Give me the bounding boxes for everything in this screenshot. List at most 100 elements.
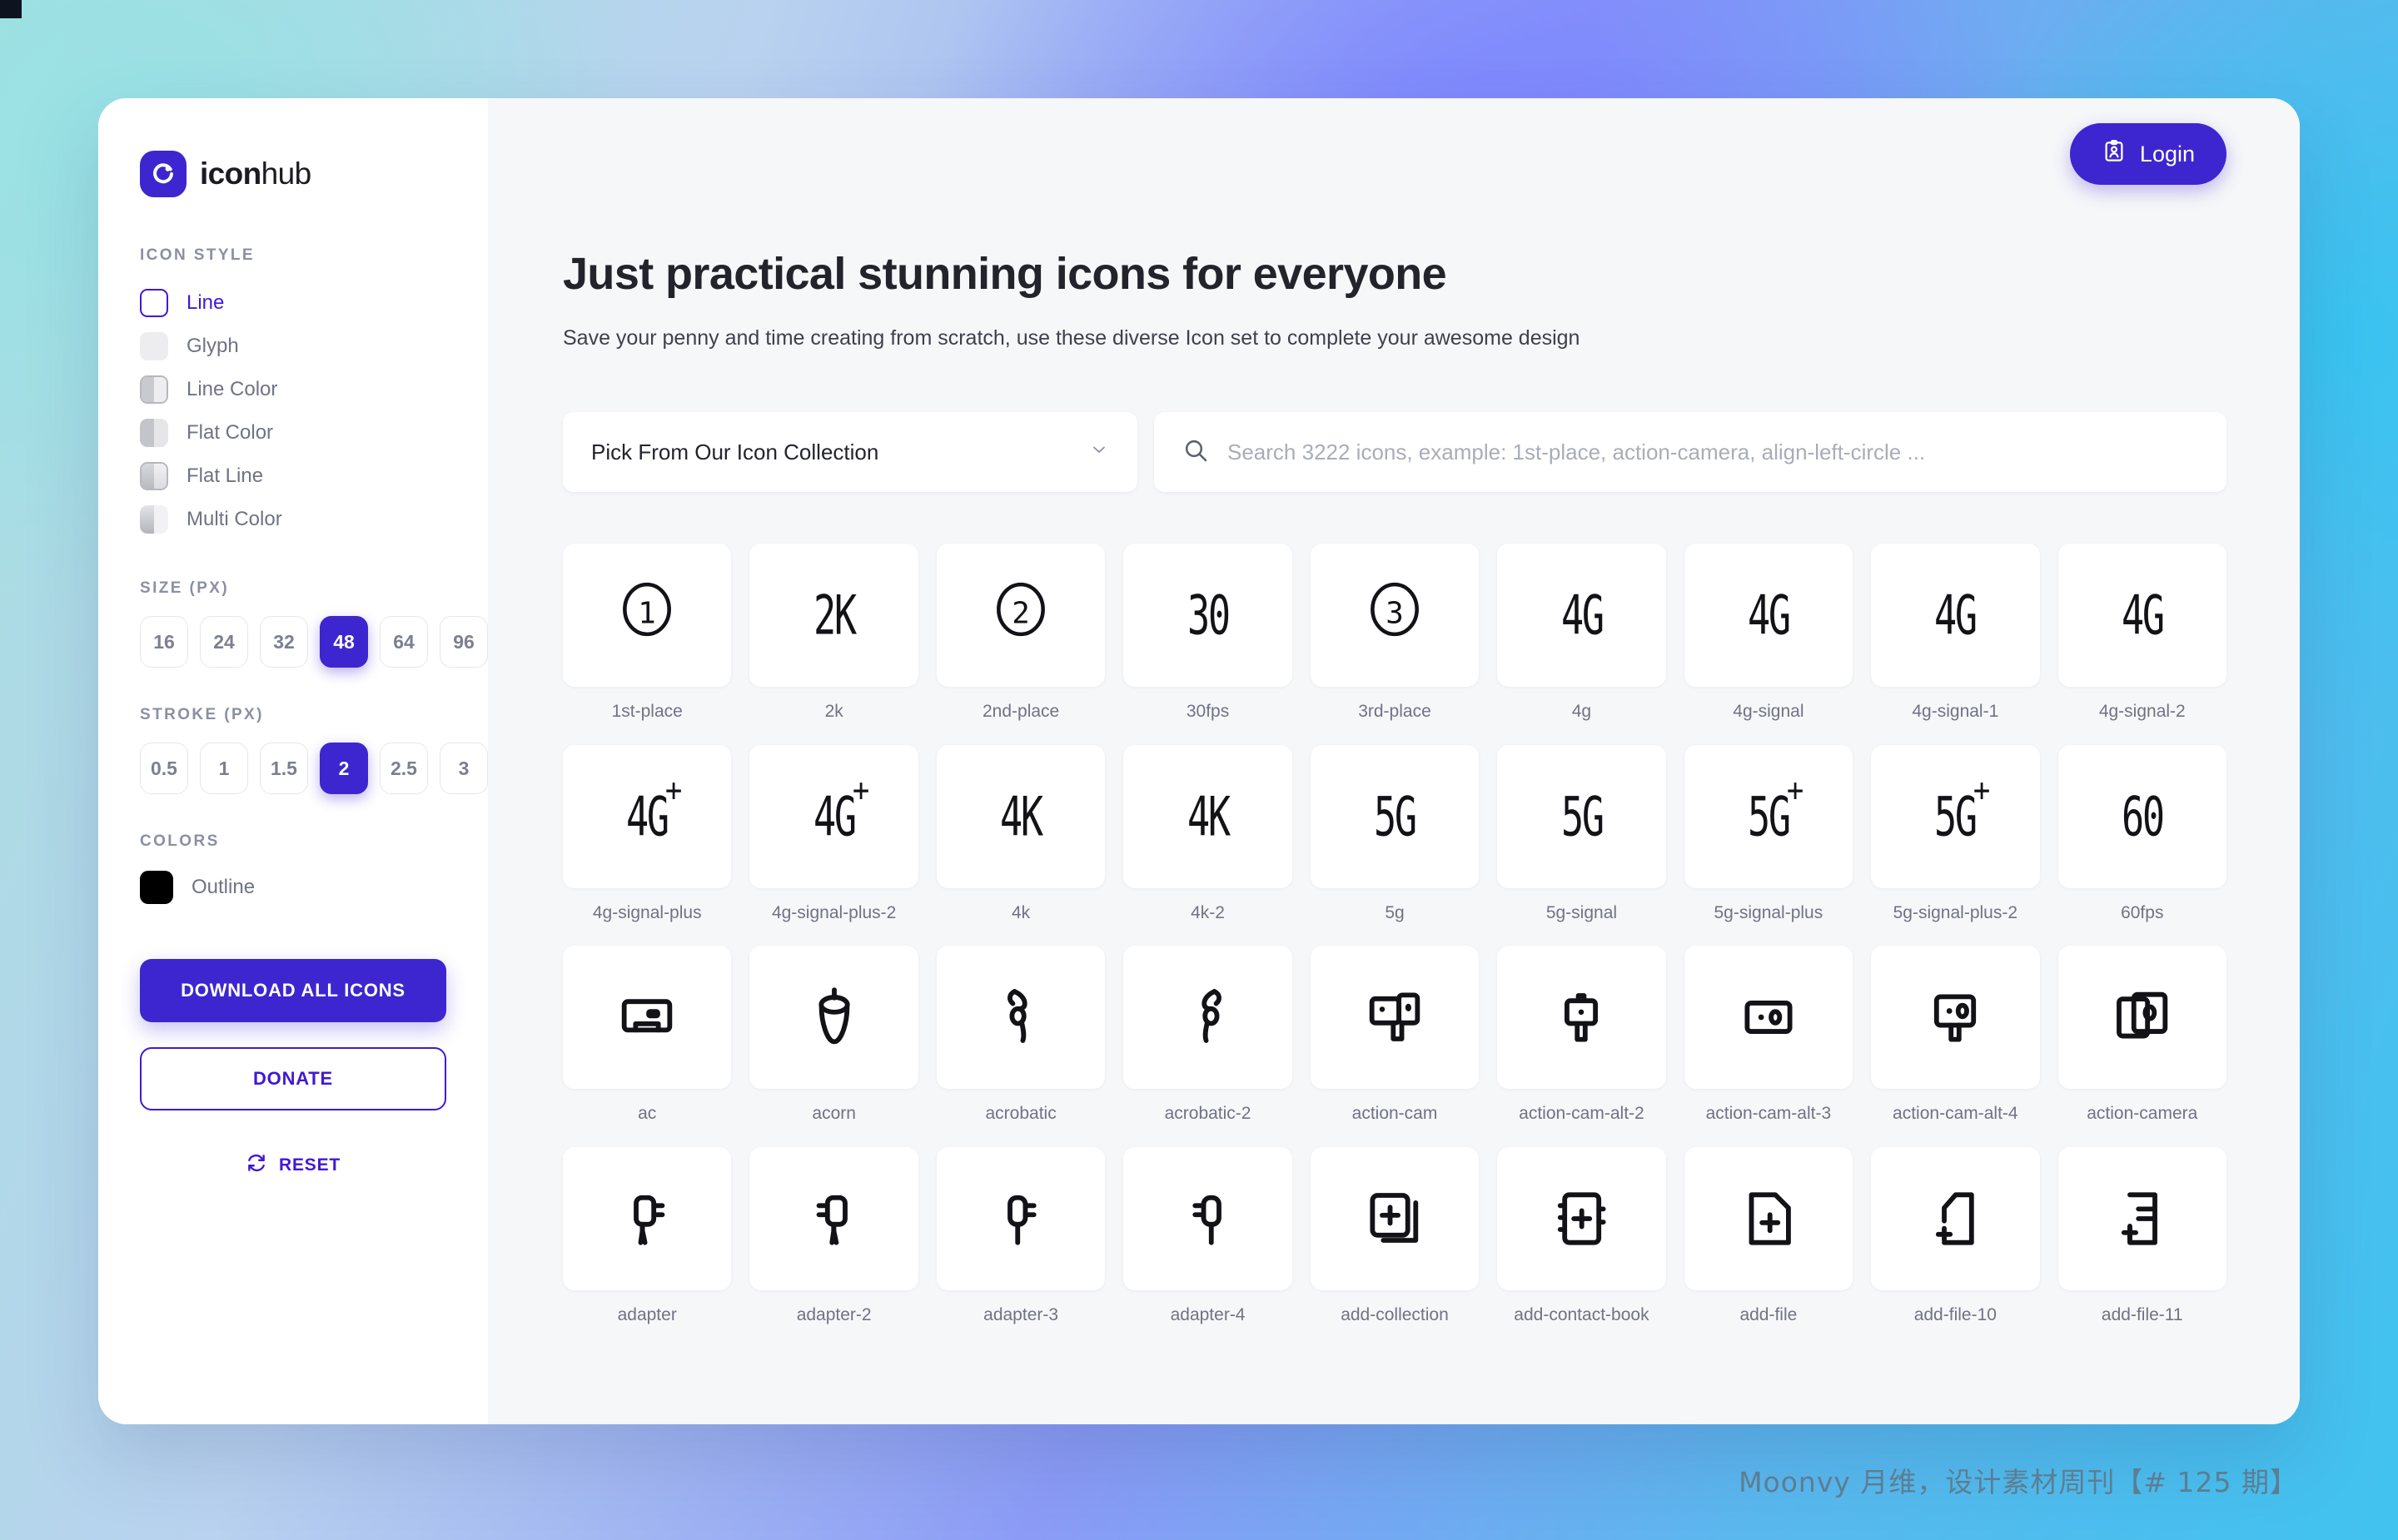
collection-select[interactable]: Pick From Our Icon Collection <box>563 412 1137 492</box>
svg-text:1: 1 <box>638 596 656 630</box>
icon-cell-ac[interactable]: ac <box>563 946 732 1125</box>
adapter-3-icon <box>936 1147 1106 1291</box>
icon-cell-60fps[interactable]: 60 60fps <box>2057 744 2226 925</box>
icon-label: acrobatic <box>985 1104 1057 1124</box>
icon-cell-2nd-place[interactable]: 2 2nd-place <box>936 544 1106 723</box>
icon-cell-adapter[interactable]: adapter <box>563 1147 732 1327</box>
icon-cell-4g-signal-plus[interactable]: 4G + 4g-signal-plus <box>563 744 732 925</box>
style-option-line[interactable]: Line <box>98 281 488 325</box>
watermark: Moonvy 月维，设计素材周刊【# 125 期】 <box>1739 1466 2298 1498</box>
style-option-multi-color[interactable]: Multi Color <box>98 498 488 541</box>
icon-cell-2k[interactable]: 2K 2k <box>749 544 918 723</box>
search-bar[interactable] <box>1154 412 2226 492</box>
icon-cell-4g[interactable]: 4G 4g <box>1497 544 1666 723</box>
style-option-line-color[interactable]: Line Color <box>98 368 488 411</box>
icon-cell-action-cam[interactable]: action-cam <box>1310 946 1480 1125</box>
refresh-icon <box>246 1152 267 1179</box>
stroke-option-1-5[interactable]: 1.5 <box>260 743 308 794</box>
acrobatic-2-icon <box>1123 946 1292 1090</box>
icon-cell-action-cam-alt-4[interactable]: action-cam-alt-4 <box>1871 946 2040 1125</box>
stroke-option-2-5[interactable]: 2.5 <box>380 743 428 794</box>
icon-cell-4g-signal-1[interactable]: 4G 4g-signal-1 <box>1871 544 2040 723</box>
icon-cell-4g-signal-plus-2[interactable]: 4G + 4g-signal-plus-2 <box>749 744 918 925</box>
icon-cell-1st-place[interactable]: 1 1st-place <box>563 544 732 723</box>
reset-label: RESET <box>278 1155 341 1175</box>
color-swatch-icon[interactable] <box>140 871 173 904</box>
icon-cell-add-file-11[interactable]: add-file-11 <box>2057 1147 2226 1327</box>
search-input[interactable] <box>1227 439 2198 465</box>
5g-icon: 5G <box>1310 744 1480 888</box>
brand-name-light: hub <box>261 156 312 191</box>
login-label: Login <box>2139 141 2195 166</box>
icon-cell-30fps[interactable]: 30 30fps <box>1123 544 1292 723</box>
4k-icon: 4K <box>936 744 1106 888</box>
reset-button[interactable]: RESET <box>140 1152 446 1179</box>
icon-cell-4g-signal[interactable]: 4G 4g-signal <box>1684 544 1853 723</box>
icon-cell-acrobatic-2[interactable]: acrobatic-2 <box>1123 946 1292 1125</box>
size-option-32[interactable]: 32 <box>260 616 308 668</box>
sidebar-actions: DOWNLOAD ALL ICONS DONATE RESET <box>98 959 488 1179</box>
icon-cell-adapter-4[interactable]: adapter-4 <box>1123 1147 1292 1327</box>
icon-label: ac <box>638 1104 657 1124</box>
style-option-glyph[interactable]: Glyph <box>98 325 488 368</box>
icon-label: 5g-signal-plus-2 <box>1893 902 2018 922</box>
brand-logo[interactable]: iconhub <box>98 145 488 203</box>
size-option-96[interactable]: 96 <box>440 616 488 668</box>
swatch-multi-color-icon <box>140 505 168 534</box>
icon-cell-adapter-2[interactable]: adapter-2 <box>749 1147 918 1327</box>
swatch-line-color-icon <box>140 375 168 404</box>
icon-cell-action-cam-alt-2[interactable]: action-cam-alt-2 <box>1497 946 1666 1125</box>
icon-cell-5g-signal-plus[interactable]: 5G + 5g-signal-plus <box>1684 744 1853 925</box>
adapter-4-icon <box>1123 1147 1292 1291</box>
stroke-option-3[interactable]: 3 <box>440 743 488 794</box>
icon-cell-action-cam-alt-3[interactable]: action-cam-alt-3 <box>1684 946 1853 1125</box>
size-option-24[interactable]: 24 <box>200 616 248 668</box>
icon-label: 5g-signal <box>1545 902 1618 922</box>
stroke-option-1[interactable]: 1 <box>200 743 248 794</box>
icon-label: 5g <box>1385 902 1405 922</box>
icon-label: acorn <box>812 1104 856 1124</box>
login-button[interactable]: Login <box>2069 123 2226 185</box>
icon-cell-action-camera[interactable]: action-camera <box>2057 946 2226 1125</box>
colors-group: COLORS Outline <box>98 832 488 904</box>
icon-label: action-camera <box>2087 1104 2198 1124</box>
icon-cell-5g-signal[interactable]: 5G 5g-signal <box>1497 744 1666 925</box>
icon-cell-acrobatic[interactable]: acrobatic <box>936 946 1106 1125</box>
adapter-icon <box>563 1147 732 1291</box>
style-option-flat-color[interactable]: Flat Color <box>98 411 488 455</box>
size-option-48[interactable]: 48 <box>320 616 368 668</box>
page-title: Just practical stunning icons for everyo… <box>563 249 1447 299</box>
action-cam-alt-2-icon <box>1497 946 1666 1090</box>
icon-label: action-cam <box>1351 1104 1438 1124</box>
icon-cell-add-collection[interactable]: add-collection <box>1310 1147 1480 1327</box>
style-option-label: Multi Color <box>187 508 282 530</box>
icon-cell-5g[interactable]: 5G 5g <box>1310 744 1480 925</box>
icon-cell-4g-signal-2[interactable]: 4G 4g-signal-2 <box>2057 544 2226 723</box>
icon-cell-3rd-place[interactable]: 3 3rd-place <box>1310 544 1480 723</box>
color-name-label: Outline <box>192 876 256 898</box>
style-option-flat-line[interactable]: Flat Line <box>98 455 488 498</box>
4g-signal-plus-2-icon: 4G + <box>749 744 918 888</box>
icon-cell-5g-signal-plus-2[interactable]: 5G + 5g-signal-plus-2 <box>1871 744 2040 925</box>
4g-signal-plus-icon: 4G + <box>563 744 732 888</box>
icon-label: action-cam-alt-3 <box>1705 1104 1832 1124</box>
donate-button[interactable]: DONATE <box>140 1047 446 1110</box>
size-options: 16 24 32 48 64 96 <box>98 616 488 668</box>
download-all-icons-button[interactable]: DOWNLOAD ALL ICONS <box>140 959 446 1022</box>
icon-cell-4k[interactable]: 4K 4k <box>936 744 1106 925</box>
icon-label: 4g-signal-plus-2 <box>771 902 897 922</box>
icon-cell-add-file-10[interactable]: add-file-10 <box>1871 1147 2040 1327</box>
icon-label: add-file-10 <box>1913 1305 1997 1325</box>
icon-cell-add-file[interactable]: add-file <box>1684 1147 1853 1327</box>
size-option-64[interactable]: 64 <box>380 616 428 668</box>
color-option-outline[interactable]: Outline <box>98 871 488 904</box>
stroke-option-0-5[interactable]: 0.5 <box>140 743 188 794</box>
icon-cell-adapter-3[interactable]: adapter-3 <box>936 1147 1106 1327</box>
icon-cell-4k-2[interactable]: 4K 4k-2 <box>1123 744 1292 925</box>
style-option-label: Flat Color <box>187 421 274 444</box>
icon-cell-acorn[interactable]: acorn <box>749 946 918 1125</box>
icon-cell-add-contact-book[interactable]: add-contact-book <box>1497 1147 1666 1327</box>
icon-label: 4g-signal-plus <box>592 902 702 922</box>
size-option-16[interactable]: 16 <box>140 616 188 668</box>
stroke-option-2[interactable]: 2 <box>320 743 368 794</box>
